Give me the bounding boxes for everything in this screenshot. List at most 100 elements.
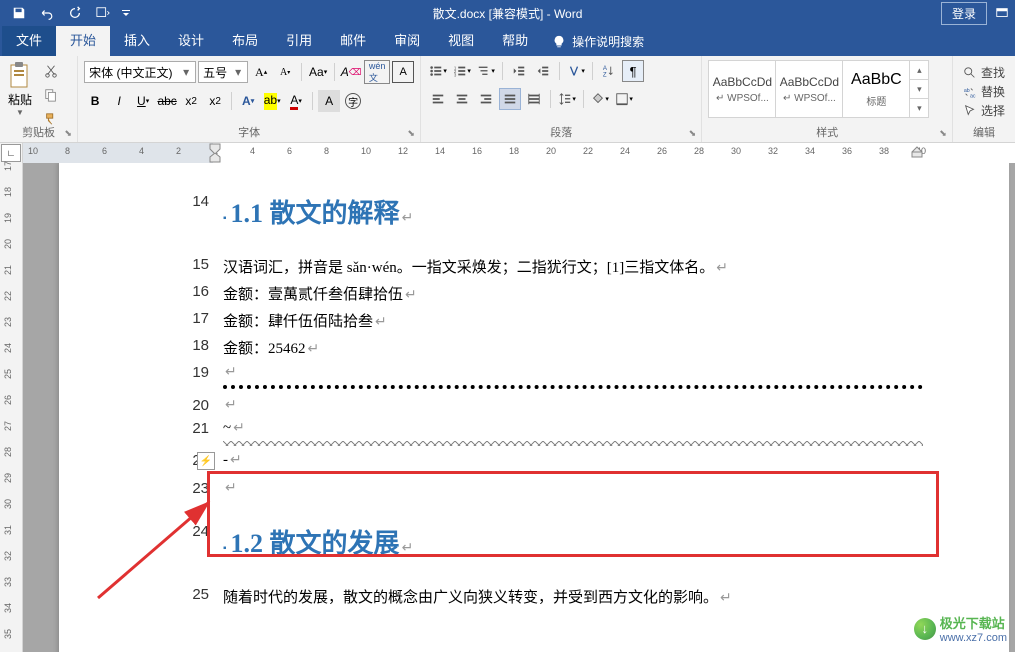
line-content[interactable]: ▪1.1 散文的解释↵ — [223, 193, 1009, 230]
line-content[interactable]: ↵ — [223, 364, 1009, 391]
save-button[interactable] — [6, 0, 32, 26]
document-line[interactable]: 17金额：肆仟伍佰陆拾叁↵ — [59, 310, 1009, 331]
autocorrect-options-icon[interactable]: ⚡ — [197, 452, 215, 470]
touch-mode-button[interactable] — [90, 0, 116, 26]
document-line[interactable]: 24▪1.2 散文的发展↵ — [59, 523, 1009, 560]
style-item-1[interactable]: AaBbCcDd ↵ WPSOf... — [775, 60, 843, 118]
watermark-logo-icon: ↓ — [914, 618, 936, 640]
find-button[interactable]: 查找 — [963, 64, 1005, 81]
line-content[interactable]: ~↵ — [223, 420, 1009, 446]
tell-me[interactable]: 操作说明搜索 — [542, 27, 654, 56]
document-line[interactable]: 22⚡-↵ — [59, 452, 1009, 474]
tab-layout[interactable]: 布局 — [218, 24, 272, 56]
font-size-combo[interactable]: 五号▾ — [198, 61, 248, 83]
line-content[interactable]: 金额：壹萬贰仟叁佰肆拾伍↵ — [223, 283, 1009, 304]
tab-references[interactable]: 引用 — [272, 24, 326, 56]
shrink-font-button[interactable]: A▾ — [274, 61, 296, 83]
document-line[interactable]: 14▪1.1 散文的解释↵ — [59, 193, 1009, 230]
grow-font-button[interactable]: A▴ — [250, 61, 272, 83]
show-marks-button[interactable]: ¶ — [622, 60, 644, 82]
sort-button[interactable]: AZ — [598, 60, 620, 82]
tab-help[interactable]: 帮助 — [488, 24, 542, 56]
borders-button[interactable]: ▾ — [613, 88, 635, 110]
character-shading-button[interactable]: A — [318, 90, 340, 112]
styles-gallery-more[interactable]: ▴▾▾ — [909, 60, 929, 118]
tab-review[interactable]: 审阅 — [380, 24, 434, 56]
line-content[interactable]: 汉语词汇，拼音是 sǎn·wén。一指文采焕发；二指犹行文；[1]三指文体名。↵ — [223, 256, 1009, 277]
font-family-combo[interactable]: 宋体 (中文正文)▾ — [84, 61, 196, 83]
select-button[interactable]: 选择 — [963, 102, 1005, 119]
highlight-button[interactable]: ab▾ — [261, 90, 283, 112]
line-content[interactable]: 金额：25462↵ — [223, 337, 1009, 358]
document-line[interactable]: 18金额：25462↵ — [59, 337, 1009, 358]
document-line[interactable]: 23↵ — [59, 480, 1009, 497]
enclose-characters-button[interactable]: 字 — [342, 90, 364, 112]
page-scroll-area[interactable]: 14▪1.1 散文的解释↵ 15汉语词汇，拼音是 sǎn·wén。一指文采焕发；二… — [23, 163, 1015, 652]
document-line[interactable]: 16金额：壹萬贰仟叁佰肆拾伍↵ — [59, 283, 1009, 304]
replace-button[interactable]: abac替换 — [963, 83, 1005, 100]
multilevel-list-button[interactable]: ▾ — [475, 60, 497, 82]
line-content[interactable]: 金额：肆仟伍佰陆拾叁↵ — [223, 310, 1009, 331]
bullets-button[interactable]: ▾ — [427, 60, 449, 82]
ribbon-display-options-button[interactable] — [995, 6, 1009, 20]
copy-button[interactable] — [40, 84, 62, 106]
paragraph-mark-icon: ↵ — [716, 261, 728, 276]
cut-button[interactable] — [40, 60, 62, 82]
styles-launcher[interactable]: ⬊ — [937, 127, 949, 139]
align-right-button[interactable] — [475, 88, 497, 110]
line-spacing-button[interactable]: ▾ — [556, 88, 578, 110]
underline-button[interactable]: U▾ — [132, 90, 154, 112]
bold-button[interactable]: B — [84, 90, 106, 112]
document-line[interactable]: 19↵ — [59, 364, 1009, 391]
font-color-button[interactable]: A▾ — [285, 90, 307, 112]
character-border-button[interactable]: A — [392, 61, 414, 83]
right-indent-marker[interactable] — [911, 143, 923, 163]
tab-view[interactable]: 视图 — [434, 24, 488, 56]
line-content[interactable]: ▪1.2 散文的发展↵ — [223, 523, 1009, 560]
horizontal-ruler[interactable]: 1086422468101214161820222426283032343638… — [23, 143, 1015, 163]
line-content[interactable]: ⚡-↵ — [223, 452, 1009, 474]
document-line[interactable]: 21~↵ — [59, 420, 1009, 446]
clipboard-launcher[interactable]: ⬊ — [62, 127, 74, 139]
tab-insert[interactable]: 插入 — [110, 24, 164, 56]
document-page[interactable]: 14▪1.1 散文的解释↵ 15汉语词汇，拼音是 sǎn·wén。一指文采焕发；二… — [59, 163, 1009, 652]
paste-button[interactable]: 粘贴 ▼ — [6, 60, 34, 118]
phonetic-guide-button[interactable]: wén文 — [364, 60, 390, 84]
align-left-button[interactable] — [427, 88, 449, 110]
shading-button[interactable]: ▾ — [589, 88, 611, 110]
asian-layout-button[interactable]: ▾ — [565, 60, 587, 82]
vertical-ruler[interactable]: 17181920212223242526272829303132333435 — [0, 163, 23, 652]
justify-button[interactable] — [499, 88, 521, 110]
numbering-button[interactable]: 123▾ — [451, 60, 473, 82]
change-case-button[interactable]: Aa▾ — [307, 61, 329, 83]
tab-home[interactable]: 开始 — [56, 24, 110, 56]
italic-button[interactable]: I — [108, 90, 130, 112]
line-content[interactable]: ↵ — [223, 480, 1009, 497]
subscript-button[interactable]: x2 — [180, 90, 202, 112]
decrease-indent-button[interactable] — [508, 60, 530, 82]
undo-button[interactable] — [34, 0, 60, 26]
line-content[interactable]: ↵ — [223, 397, 1009, 414]
document-line[interactable]: 15汉语词汇，拼音是 sǎn·wén。一指文采焕发；二指犹行文；[1]三指文体名… — [59, 256, 1009, 277]
distribute-button[interactable] — [523, 88, 545, 110]
text-effects-button[interactable]: A▾ — [237, 90, 259, 112]
style-item-0[interactable]: AaBbCcDd ↵ WPSOf... — [708, 60, 776, 118]
paragraph-launcher[interactable]: ⬊ — [686, 127, 698, 139]
document-line[interactable]: 25随着时代的发展，散文的概念由广义向狭义转变，并受到西方文化的影响。↵ — [59, 586, 1009, 607]
tab-file[interactable]: 文件 — [2, 24, 56, 56]
login-button[interactable]: 登录 — [941, 2, 987, 25]
font-launcher[interactable]: ⬊ — [405, 127, 417, 139]
tab-design[interactable]: 设计 — [164, 24, 218, 56]
clear-formatting-button[interactable]: A⌫ — [340, 61, 362, 83]
align-center-button[interactable] — [451, 88, 473, 110]
document-line[interactable]: 20↵ — [59, 397, 1009, 414]
increase-indent-button[interactable] — [532, 60, 554, 82]
strikethrough-button[interactable]: abc — [156, 90, 178, 112]
superscript-button[interactable]: x2 — [204, 90, 226, 112]
hanging-indent-marker[interactable] — [209, 153, 221, 163]
tab-mailings[interactable]: 邮件 — [326, 24, 380, 56]
qat-customize-button[interactable] — [118, 0, 134, 26]
style-item-2[interactable]: AaBbC 标题 — [842, 60, 910, 118]
redo-button[interactable] — [62, 0, 88, 26]
line-content[interactable]: 随着时代的发展，散文的概念由广义向狭义转变，并受到西方文化的影响。↵ — [223, 586, 1009, 607]
